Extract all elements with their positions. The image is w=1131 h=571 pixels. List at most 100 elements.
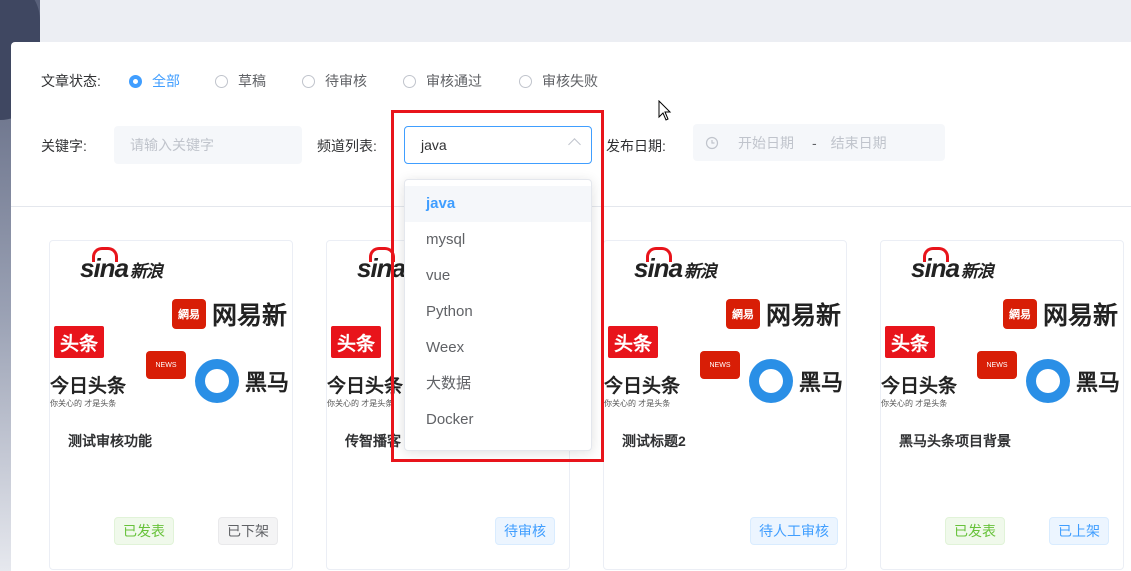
status-tag: 已发表 [114,517,174,545]
sina-logo: sina新浪 [911,247,994,284]
netease-logo-text: 网易新 [766,302,842,330]
date-separator: - [812,134,817,151]
article-title: 黑马头条项目背景 [899,433,1011,449]
jinri-toutiao-text: 今日头条 [881,376,958,397]
jinri-toutiao-text: 今日头条 [604,376,681,397]
article-thumbnail: sina新浪 網易网易新 头条 NEWS 今日头条你关心的 才是头条 黑马 [604,241,846,409]
article-thumbnail: sina新浪 網易网易新 头条 NEWS 今日头条你关心的 才是头条 黑马 [50,241,292,409]
netease-icon: 網易 [726,299,760,329]
radio-dot [215,74,228,88]
heima-logo: 黑马 [1026,359,1120,403]
date-start-placeholder: 开始日期 [738,134,794,151]
status-label: 文章状态: [41,73,101,89]
toutiao-icon: 头条 [885,326,935,358]
radio-dot [519,74,532,88]
sina-eye-icon [646,247,672,262]
sina-eye-icon [923,247,949,262]
status-tag: 已上架 [1049,517,1109,545]
channel-dropdown[interactable]: javamysqlvuePythonWeex大数据DockerPHP [404,179,592,451]
toutiao-icon: 头条 [54,326,104,358]
date-end-placeholder: 结束日期 [830,134,887,151]
sina-logo-cn: 新浪 [684,262,717,281]
article-title: 传智播客 [345,433,401,449]
heima-bird-icon [1026,359,1070,403]
status-tag: 已下架 [218,517,278,545]
article-title: 测试标题2 [622,433,686,449]
radio-label: 全部 [152,73,180,89]
heima-logo-text: 黑马 [245,370,290,395]
sina-logo: sina新浪 [634,247,717,284]
netease-logo-text: 网易新 [212,302,288,330]
radio-pending[interactable]: 待审核 [302,71,367,91]
dropdown-option[interactable]: vue [405,258,591,294]
channel-select[interactable]: java [404,126,592,164]
dropdown-option[interactable]: PHP [405,438,591,450]
radio-dot [129,74,142,88]
dropdown-option[interactable]: 大数据 [405,366,591,402]
article-card[interactable]: sina 新浪 網易 网易新 头条 NEWS 今日头条 你关心的 才是头条 黑马 黑马… [880,240,1124,570]
status-tag: 待人工审核 [750,517,838,545]
channel-select-value: java [421,137,447,153]
heima-logo: 黑马 [749,359,843,403]
radio-label: 草稿 [238,73,266,89]
netease-logo: 網易网易新 [1003,296,1118,332]
heima-logo: 黑马 [195,359,289,403]
netease-icon: 網易 [172,299,206,329]
channel-dropdown-list: javamysqlvuePythonWeex大数据DockerPHP [405,180,591,450]
jinri-toutiao-slogan: 你关心的 才是头条 [327,399,394,408]
top-bar [0,0,1131,42]
jinri-toutiao-logo: 今日头条 你关心的 才是头条 [327,371,403,409]
date-range-picker[interactable]: 开始日期 - 结束日期 [693,124,945,161]
clock-icon [705,136,719,149]
article-card[interactable]: sina 新浪 網易 网易新 头条 NEWS 今日头条你关心的 才是头条 黑马 测试… [603,240,847,570]
jinri-toutiao-slogan: 你关心的 才是头条 [50,399,117,408]
heima-logo-text: 黑马 [799,370,844,395]
toutiao-icon: 头条 [331,326,381,358]
dropdown-option[interactable]: Docker [405,402,591,438]
radio-dot [302,74,315,88]
jinri-toutiao-text: 今日头条 [50,376,127,397]
article-title: 测试审核功能 [68,433,152,449]
jinri-toutiao-logo: 今日头条你关心的 才是头条 [881,371,957,409]
jinri-toutiao-logo: 今日头条你关心的 才是头条 [50,371,126,409]
keyword-label: 关键字: [41,138,87,154]
radio-label: 待审核 [325,73,367,89]
news-icon: NEWS [146,351,186,379]
keyword-placeholder: 请输入关键字 [130,137,214,153]
sina-logo-cn: 新浪 [961,262,994,281]
sina-eye-icon [369,247,395,262]
dropdown-option[interactable]: Weex [405,330,591,366]
sina-logo: sina新浪 [80,247,163,284]
jinri-toutiao-logo: 今日头条你关心的 才是头条 [604,371,680,409]
chevron-up-icon [568,138,581,151]
radio-all[interactable]: 全部 [129,71,180,91]
jinri-toutiao-slogan: 你关心的 才是头条 [604,399,671,408]
radio-label: 审核失败 [542,73,598,89]
status-tag: 已发表 [945,517,1005,545]
dropdown-option[interactable]: java [405,186,591,222]
news-icon: NEWS [700,351,740,379]
netease-logo: 網易网易新 [726,296,841,332]
heima-bird-icon [195,359,239,403]
dropdown-option[interactable]: mysql [405,222,591,258]
heima-bird-icon [749,359,793,403]
netease-logo-text: 网易新 [1043,302,1119,330]
status-tag: 待审核 [495,517,555,545]
radio-dot [403,74,416,88]
radio-approved[interactable]: 审核通过 [403,71,482,91]
keyword-input[interactable]: 请输入关键字 [114,126,302,164]
netease-icon: 網易 [1003,299,1037,329]
sina-eye-icon [92,247,118,262]
channel-label: 频道列表: [317,138,377,154]
jinri-toutiao-slogan: 你关心的 才是头条 [881,399,948,408]
sina-logo-cn: 新浪 [130,262,163,281]
radio-label: 审核通过 [426,73,482,89]
toutiao-icon: 头条 [608,326,658,358]
dropdown-option[interactable]: Python [405,294,591,330]
article-card[interactable]: sina 新浪 網易 网易新 头条 NEWS 今日头条你关心的 才是头条 黑马 测试… [49,240,293,570]
radio-failed[interactable]: 审核失败 [519,71,598,91]
radio-draft[interactable]: 草稿 [215,71,266,91]
article-thumbnail: sina新浪 網易网易新 头条 NEWS 今日头条你关心的 才是头条 黑马 [881,241,1123,409]
netease-logo: 網易网易新 [172,296,287,332]
mouse-cursor-icon [658,100,672,121]
